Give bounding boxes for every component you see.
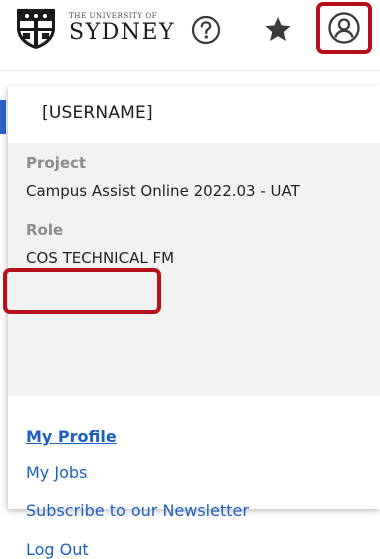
help-circle-icon <box>191 15 221 45</box>
app-header: THE UNIVERSITY OF SYDNEY <box>0 0 380 62</box>
logo-line-2: SYDNEY <box>69 19 176 45</box>
menu-item-my-jobs[interactable]: My Jobs <box>26 463 87 482</box>
project-label: Project <box>26 154 87 172</box>
menu-item-my-profile[interactable]: My Profile <box>26 427 117 446</box>
user-row: [USERNAME] <box>8 86 380 143</box>
logo-text: THE UNIVERSITY OF SYDNEY <box>69 12 175 45</box>
account-highlight <box>316 2 372 54</box>
menu-item-log-out[interactable]: Log Out <box>26 540 89 559</box>
favorites-button[interactable] <box>258 10 298 50</box>
help-button[interactable] <box>186 10 226 50</box>
university-logo[interactable]: THE UNIVERSITY OF SYDNEY <box>14 6 175 50</box>
page-accent-bar <box>0 100 6 134</box>
username: [USERNAME] <box>42 103 153 123</box>
project-value: Campus Assist Online 2022.03 - UAT <box>26 182 300 200</box>
role-value: COS TECHNICAL FM <box>26 249 175 267</box>
page-divider <box>0 70 380 71</box>
star-icon <box>265 17 291 41</box>
crest-icon <box>17 9 55 49</box>
role-label: Role <box>26 221 64 239</box>
my-profile-highlight <box>3 268 161 314</box>
menu-item-newsletter[interactable]: Subscribe to our Newsletter <box>26 501 249 520</box>
